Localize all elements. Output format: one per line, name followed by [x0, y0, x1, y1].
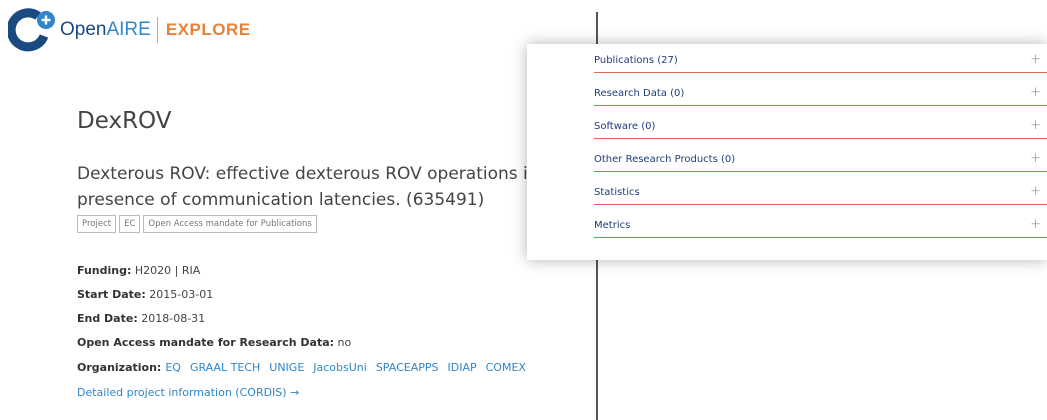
- funding-value: H2020 | RIA: [134, 264, 201, 277]
- accordion-software[interactable]: Software (0) +: [594, 116, 1047, 139]
- oa-research-data-value: no: [337, 336, 352, 349]
- end-date-value: 2018-08-31: [141, 312, 206, 325]
- org-link-comex[interactable]: COMEX: [486, 361, 526, 374]
- accordion-label: Research Data (0): [594, 88, 685, 99]
- accordion-label: Other Research Products (0): [594, 154, 736, 165]
- project-panel: Open AIRE EXPLORE DexROV Dexterous ROV: e…: [0, 0, 596, 420]
- funding-field: Funding: H2020 | RIA: [77, 264, 200, 277]
- start-date-label: Start Date:: [77, 288, 146, 301]
- plus-icon[interactable]: +: [1030, 118, 1041, 133]
- plus-icon[interactable]: +: [1030, 52, 1041, 67]
- tag-project: Project: [77, 215, 117, 233]
- openaire-logo[interactable]: Open AIRE EXPLORE: [6, 6, 251, 54]
- plus-icon[interactable]: +: [1030, 217, 1041, 232]
- org-link-unige[interactable]: UNIGE: [269, 361, 304, 374]
- tag-oa-mandate: Open Access mandate for Publications: [143, 215, 317, 233]
- funding-label: Funding:: [77, 264, 132, 277]
- research-outcomes-card: Publications (27) + Research Data (0) + …: [527, 44, 1047, 260]
- logo-open-text: Open: [60, 19, 107, 40]
- accordion-label: Metrics: [594, 220, 631, 231]
- org-link-idiap[interactable]: IDIAP: [447, 361, 476, 374]
- project-acronym: DexROV: [77, 108, 172, 134]
- accordion-label: Statistics: [594, 187, 640, 198]
- end-date-label: End Date:: [77, 312, 138, 325]
- logo-text: Open AIRE EXPLORE: [60, 17, 251, 43]
- organization-list: Organization: EQ GRAAL TECH UNIGE Jacobs…: [77, 361, 526, 374]
- end-date-field: End Date: 2018-08-31: [77, 312, 205, 325]
- org-link-graal-tech[interactable]: GRAAL TECH: [190, 361, 260, 374]
- start-date-value: 2015-03-01: [149, 288, 214, 301]
- project-tags: Project EC Open Access mandate for Publi…: [77, 215, 317, 233]
- org-link-jacobsuni[interactable]: JacobsUni: [313, 361, 367, 374]
- cordis-link[interactable]: Detailed project information (CORDIS) →: [77, 386, 299, 399]
- oa-research-data-field: Open Access mandate for Research Data: n…: [77, 336, 351, 349]
- tag-ec: EC: [119, 215, 141, 233]
- start-date-field: Start Date: 2015-03-01: [77, 288, 213, 301]
- openaire-logo-mark: [6, 8, 58, 52]
- org-link-spaceapps[interactable]: SPACEAPPS: [376, 361, 439, 374]
- logo-explore-text: EXPLORE: [165, 20, 251, 39]
- org-link-eq[interactable]: EQ: [165, 361, 181, 374]
- logo-aire-text: AIRE: [106, 19, 151, 40]
- logo-ring-icon: [6, 8, 55, 52]
- accordion-metrics[interactable]: Metrics +: [594, 215, 1047, 238]
- accordion-research-data[interactable]: Research Data (0) +: [594, 83, 1047, 106]
- accordion-label: Publications (27): [594, 55, 678, 66]
- accordion-other-research-products[interactable]: Other Research Products (0) +: [594, 149, 1047, 172]
- plus-icon[interactable]: +: [1030, 184, 1041, 199]
- organization-label: Organization:: [77, 361, 162, 374]
- plus-icon[interactable]: +: [1030, 85, 1041, 100]
- plus-icon[interactable]: +: [1030, 151, 1041, 166]
- accordion-label: Software (0): [594, 121, 656, 132]
- oa-research-data-label: Open Access mandate for Research Data:: [77, 336, 335, 349]
- accordion-publications[interactable]: Publications (27) +: [594, 50, 1047, 73]
- project-title: Dexterous ROV: effective dexterous ROV o…: [77, 164, 539, 210]
- logo-separator: [156, 17, 158, 43]
- accordion-statistics[interactable]: Statistics +: [594, 182, 1047, 205]
